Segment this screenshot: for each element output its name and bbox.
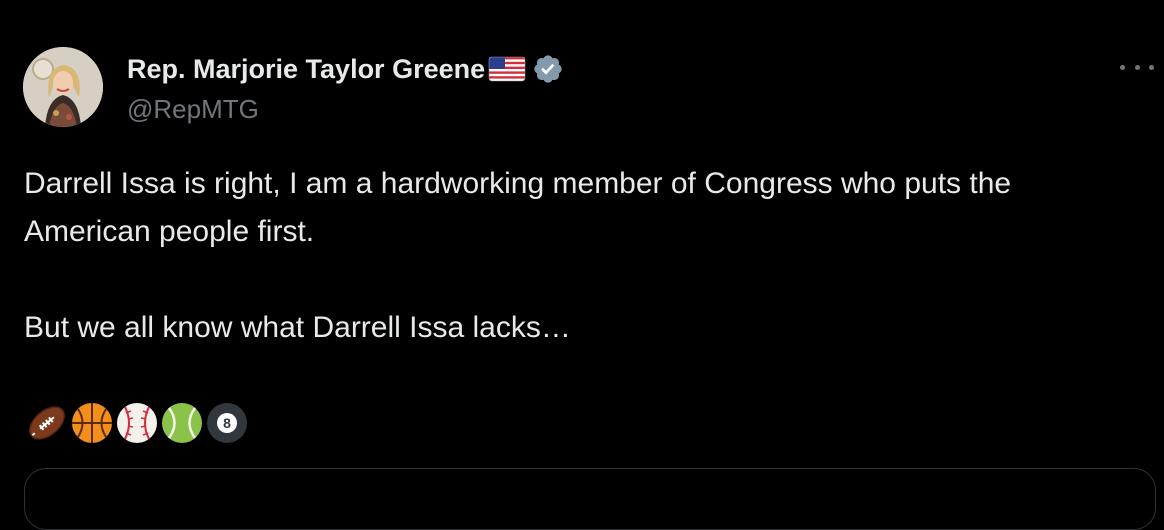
us-flag-icon — [488, 56, 526, 82]
tweet-text: Darrell Issa is right, I am a hardworkin… — [24, 160, 1134, 352]
avatar[interactable] — [23, 47, 103, 127]
author-handle[interactable]: @RepMTG — [127, 94, 259, 125]
tweet-text-line-2: But we all know what Darrell Issa lacks… — [24, 311, 571, 344]
svg-text:8: 8 — [223, 415, 231, 431]
dot — [1134, 64, 1140, 70]
emoji-row: 8 — [25, 401, 250, 445]
dot — [1149, 64, 1154, 70]
baseball-icon — [117, 403, 157, 443]
avatar-image — [23, 47, 103, 127]
pool-8-ball-icon: 8 — [207, 403, 247, 443]
more-options-icon[interactable] — [1120, 54, 1154, 80]
verified-badge-icon[interactable] — [532, 53, 564, 85]
attached-card[interactable] — [24, 468, 1156, 530]
author-name-row[interactable]: Rep. Marjorie Taylor Greene — [127, 53, 564, 85]
dot — [1120, 64, 1125, 70]
tennis-ball-icon — [162, 403, 202, 443]
author-name[interactable]: Rep. Marjorie Taylor Greene — [127, 54, 485, 85]
basketball-icon — [72, 403, 112, 443]
american-football-icon — [29, 406, 65, 440]
tweet-text-line-1: Darrell Issa is right, I am a hardworkin… — [24, 167, 1012, 248]
